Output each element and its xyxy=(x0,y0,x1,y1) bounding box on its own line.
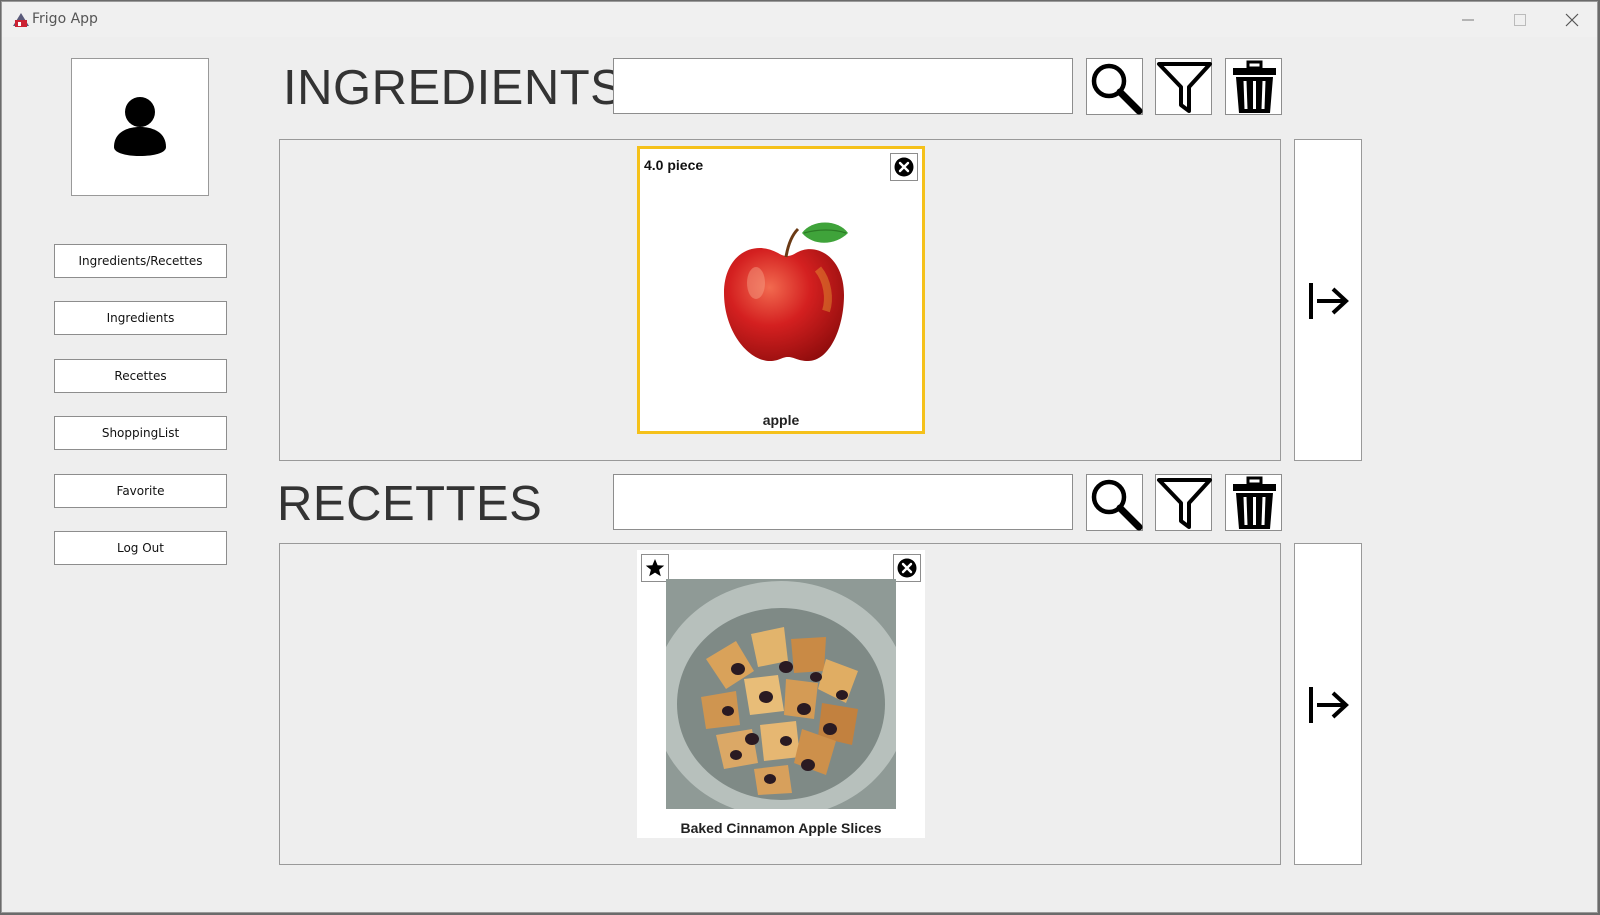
trash-icon xyxy=(1233,476,1276,529)
filter-icon xyxy=(1157,62,1212,113)
close-window-button[interactable] xyxy=(1547,2,1597,37)
recettes-delete-button[interactable] xyxy=(1225,474,1282,531)
minimize-button[interactable] xyxy=(1443,2,1493,37)
ingredients-filter-button[interactable] xyxy=(1155,58,1212,115)
close-circle-icon xyxy=(897,558,917,578)
user-icon xyxy=(114,97,166,156)
recettes-search-input[interactable] xyxy=(613,474,1073,530)
sidebar-item-ingredients-recettes[interactable]: Ingredients/Recettes xyxy=(54,244,227,278)
recettes-filter-button[interactable] xyxy=(1155,474,1212,531)
arrow-right-bar-icon xyxy=(1309,283,1349,319)
sidebar-item-favorite[interactable]: Favorite xyxy=(54,474,227,508)
apple-image xyxy=(724,222,848,361)
ingredient-name: apple xyxy=(762,412,800,428)
search-icon xyxy=(1091,479,1143,531)
ingredient-remove-button[interactable] xyxy=(890,153,918,181)
recipe-card[interactable]: Baked Cinnamon Apple Slices xyxy=(637,550,925,838)
recipe-name: Baked Cinnamon Apple Slices xyxy=(680,820,882,836)
search-icon xyxy=(1091,63,1143,115)
ingredients-next-button[interactable] xyxy=(1294,139,1362,461)
maximize-icon xyxy=(1514,14,1526,26)
ingredient-card[interactable]: 4.0 piece apple xyxy=(637,146,925,434)
ingredient-quantity: 4.0 piece xyxy=(644,157,704,173)
star-icon xyxy=(645,559,665,577)
maximize-button[interactable] xyxy=(1495,2,1545,37)
recettes-title: RECETTES xyxy=(277,477,543,531)
sidebar-item-recettes[interactable]: Recettes xyxy=(54,359,227,393)
sidebar-item-shopping-list[interactable]: ShoppingList xyxy=(54,416,227,450)
ingredients-search-input[interactable] xyxy=(613,58,1073,114)
close-circle-icon xyxy=(894,157,914,177)
avatar[interactable] xyxy=(71,58,209,196)
ingredients-search-button[interactable] xyxy=(1086,58,1143,115)
close-icon xyxy=(1565,13,1579,27)
app-icon xyxy=(13,13,29,27)
recipe-image xyxy=(666,579,896,809)
recipe-favorite-button[interactable] xyxy=(641,554,669,582)
window-title: Frigo App xyxy=(32,11,98,27)
ingredients-title: INGREDIENTS xyxy=(283,61,624,115)
ingredients-delete-button[interactable] xyxy=(1225,58,1282,115)
recipe-remove-button[interactable] xyxy=(893,554,921,582)
arrow-right-bar-icon xyxy=(1309,687,1349,723)
sidebar-item-ingredients[interactable]: Ingredients xyxy=(54,301,227,335)
recettes-panel: Baked Cinnamon Apple Slices xyxy=(279,543,1281,865)
title-bar: Frigo App xyxy=(2,2,1597,37)
trash-icon xyxy=(1233,60,1276,113)
filter-icon xyxy=(1157,478,1212,529)
recettes-search-button[interactable] xyxy=(1086,474,1143,531)
ingredients-panel: 4.0 piece apple xyxy=(279,139,1281,461)
recettes-next-button[interactable] xyxy=(1294,543,1362,865)
minimize-icon xyxy=(1462,19,1474,21)
app-window: Frigo App Ingredients/Recettes Ingredien… xyxy=(1,1,1598,913)
sidebar-item-log-out[interactable]: Log Out xyxy=(54,531,227,565)
